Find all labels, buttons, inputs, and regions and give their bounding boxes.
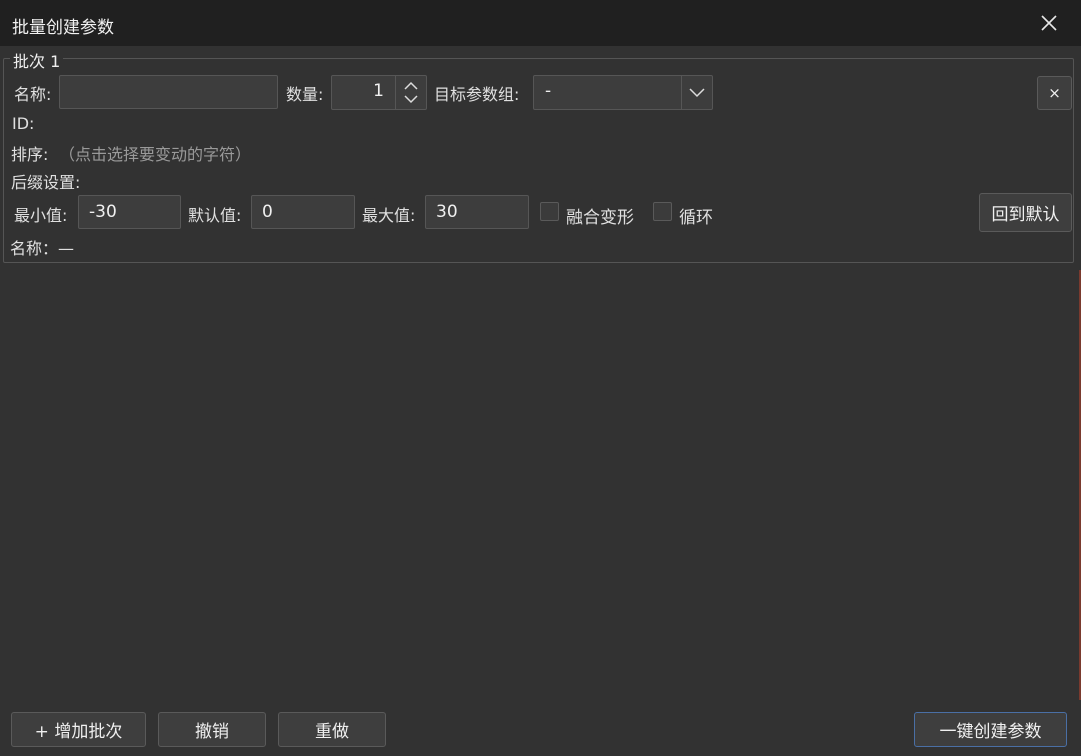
suffix-label: 后缀设置: [11, 173, 81, 192]
preview-name: 名称：— [10, 239, 75, 258]
create-params-button[interactable]: 一键创建参数 [914, 712, 1067, 747]
blend-label[interactable]: 融合变形 [566, 203, 634, 228]
loop-checkbox[interactable] [653, 202, 672, 221]
reset-default-button[interactable]: 回到默认 [979, 193, 1072, 232]
spin-arrows-icon [404, 81, 418, 104]
min-input[interactable] [78, 195, 181, 229]
default-label: 默认值: [188, 206, 242, 225]
target-group-label: 目标参数组: [434, 85, 520, 104]
target-group-select[interactable]: - [533, 75, 713, 110]
sort-hint[interactable]: （点击选择要变动的字符） [59, 141, 251, 165]
target-group-value: - [545, 81, 552, 101]
default-input[interactable] [251, 195, 355, 229]
name-label: 名称: [14, 85, 52, 104]
count-value: 1 [373, 81, 384, 101]
spin-arrows[interactable] [395, 76, 426, 109]
undo-button[interactable]: 撤销 [158, 712, 266, 747]
count-label: 数量: [286, 85, 324, 104]
max-label: 最大值: [362, 206, 416, 225]
target-group-dropdown[interactable] [681, 76, 712, 109]
id-label: ID: [12, 114, 35, 133]
blend-checkbox[interactable] [540, 202, 559, 221]
name-input[interactable] [59, 75, 278, 109]
close-icon [1041, 15, 1057, 31]
remove-batch-button[interactable]: × [1037, 76, 1072, 110]
close-button[interactable] [1037, 11, 1061, 35]
count-spinbox[interactable]: 1 [331, 75, 427, 110]
loop-label[interactable]: 循环 [679, 203, 713, 228]
window-title: 批量创建参数 [12, 18, 114, 38]
title-bar: 批量创建参数 [0, 0, 1081, 46]
redo-button[interactable]: 重做 [278, 712, 386, 747]
add-batch-button[interactable]: + 增加批次 [11, 712, 146, 747]
max-input[interactable] [425, 195, 529, 229]
min-label: 最小值: [14, 206, 68, 225]
chevron-down-icon [689, 88, 705, 98]
batch-title: 批次 1 [10, 48, 64, 72]
sort-label: 排序: [11, 145, 49, 164]
